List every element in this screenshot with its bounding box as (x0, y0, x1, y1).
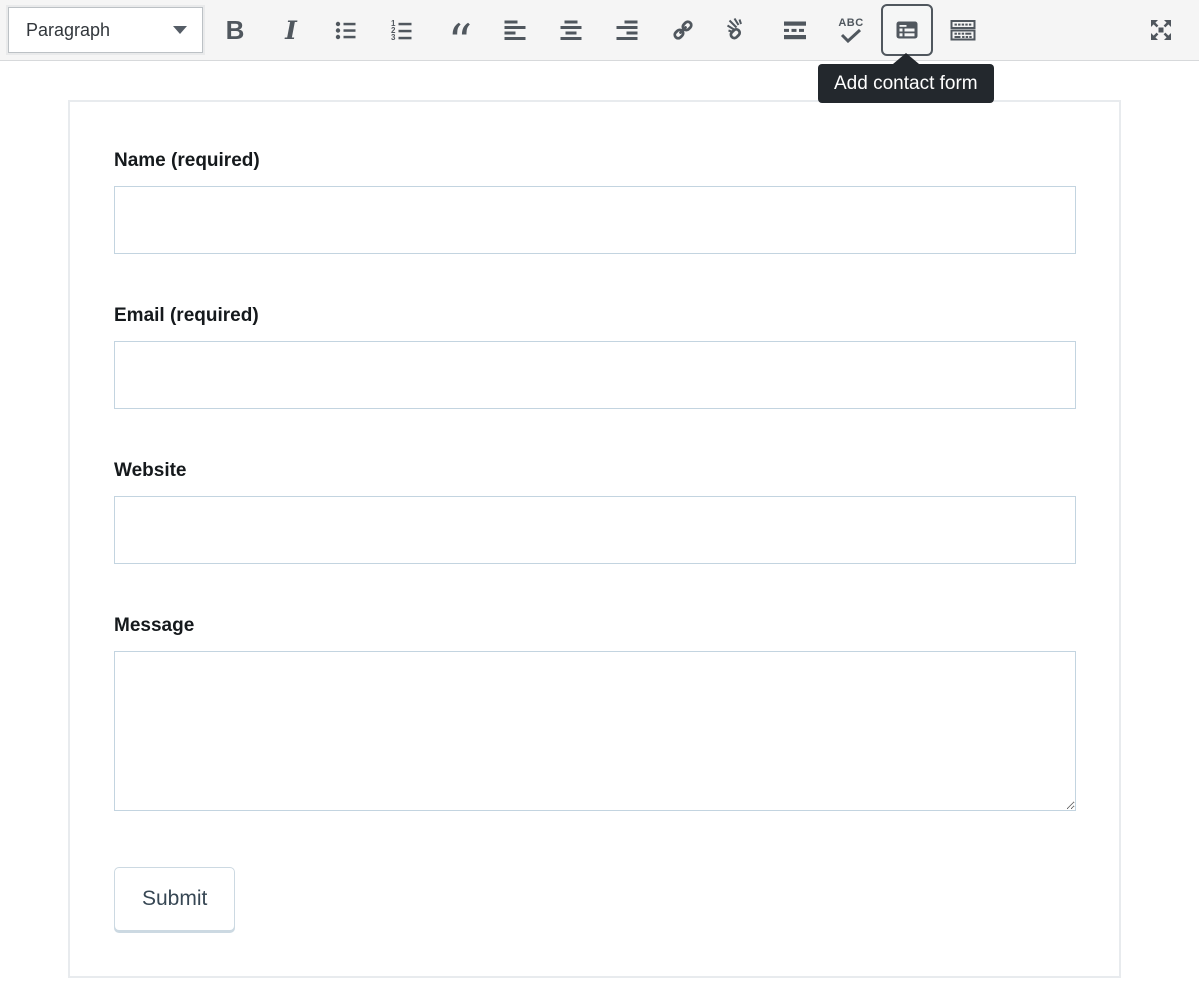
bulleted-list-button[interactable] (319, 4, 375, 56)
read-more-tag-icon (783, 18, 807, 42)
align-center-button[interactable] (543, 4, 599, 56)
bulleted-list-icon (335, 18, 359, 42)
chevron-down-icon (173, 26, 187, 34)
spellcheck-button[interactable]: ABC (823, 4, 879, 56)
tooltip-text: Add contact form (834, 73, 978, 95)
message-textarea[interactable] (114, 651, 1076, 811)
bold-icon: B (226, 17, 245, 43)
align-left-button[interactable] (487, 4, 543, 56)
numbered-list-icon: 1 2 3 (391, 18, 415, 42)
numbered-list-button[interactable]: 1 2 3 (375, 4, 431, 56)
website-input[interactable] (114, 496, 1076, 564)
paragraph-style-value: Paragraph (26, 20, 110, 41)
svg-text:3: 3 (391, 33, 396, 42)
add-contact-form-button[interactable] (879, 4, 935, 56)
editor-toolbar: Paragraph B I 1 2 3 “ (0, 0, 1199, 61)
italic-button[interactable]: I (263, 4, 319, 56)
website-field-label: Website (114, 459, 1076, 483)
keyboard-icon (949, 17, 977, 43)
name-field-label: Name (required) (114, 149, 1076, 173)
spellcheck-icon: ABC (838, 17, 863, 43)
paragraph-style-dropdown[interactable]: Paragraph (8, 7, 203, 53)
align-right-button[interactable] (599, 4, 655, 56)
link-icon (670, 17, 696, 43)
italic-icon: I (285, 18, 297, 43)
fullscreen-button[interactable] (1133, 4, 1189, 56)
unlink-icon (726, 17, 752, 43)
message-field-label: Message (114, 614, 1076, 638)
contact-form-icon (894, 17, 920, 43)
email-input[interactable] (114, 341, 1076, 409)
email-field-label: Email (required) (114, 304, 1076, 328)
align-right-icon (615, 18, 639, 42)
align-center-icon (559, 18, 583, 42)
fullscreen-icon (1147, 16, 1175, 44)
contact-form-preview: Name (required) Email (required) Website… (68, 100, 1121, 978)
bold-button[interactable]: B (207, 4, 263, 56)
blockquote-button[interactable]: “ (431, 4, 487, 56)
add-contact-form-tooltip: Add contact form (818, 64, 994, 103)
blockquote-icon: “ (448, 13, 471, 47)
remove-link-button[interactable] (711, 4, 767, 56)
insert-link-button[interactable] (655, 4, 711, 56)
active-button-frame (881, 4, 933, 56)
toolbar-toggle-button[interactable] (935, 4, 991, 56)
editor-content: Name (required) Email (required) Website… (0, 100, 1199, 978)
submit-button[interactable]: Submit (114, 867, 235, 931)
name-input[interactable] (114, 186, 1076, 254)
insert-read-more-button[interactable] (767, 4, 823, 56)
align-left-icon (503, 18, 527, 42)
